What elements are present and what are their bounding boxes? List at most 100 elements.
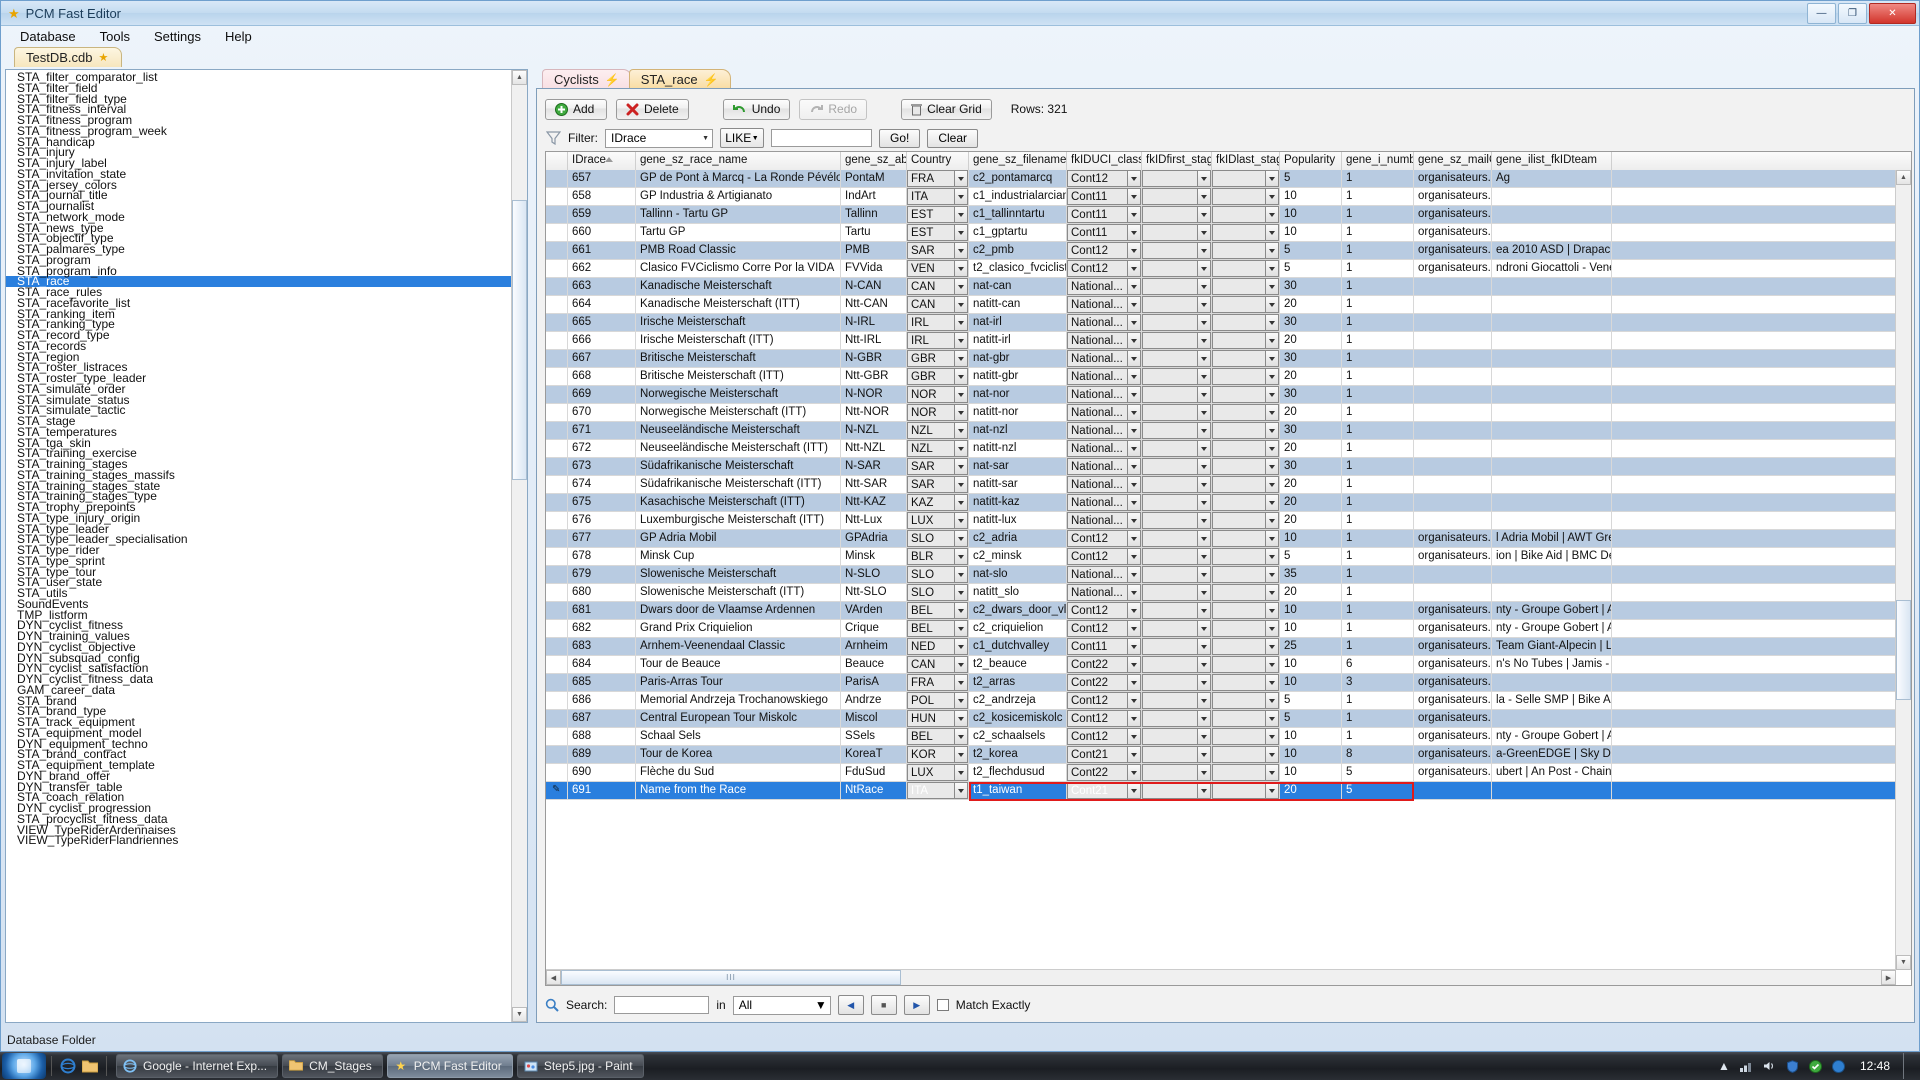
chevron-down-icon[interactable] — [955, 224, 968, 241]
chevron-down-icon[interactable] — [1198, 710, 1211, 727]
chevron-down-icon[interactable] — [1128, 278, 1141, 295]
table-cell[interactable] — [1414, 350, 1492, 367]
table-cell[interactable]: 20 — [1280, 494, 1342, 511]
tab-testdb[interactable]: TestDB.cdb ★ — [14, 47, 123, 67]
grid-horizontal-scrollbar[interactable]: ◀ III ▶ — [546, 969, 1896, 985]
cell-dropdown[interactable]: Cont11 — [1067, 638, 1142, 655]
chevron-down-icon[interactable] — [1198, 494, 1211, 511]
cell-dropdown[interactable] — [1142, 494, 1212, 511]
table-cell[interactable]: 30 — [1280, 458, 1342, 475]
cell-dropdown[interactable]: FRA — [907, 170, 969, 187]
table-cell[interactable]: 661 — [568, 242, 636, 259]
row-marker[interactable] — [546, 710, 568, 727]
table-cell[interactable] — [1414, 512, 1492, 529]
table-cell[interactable]: c2_schaalsels — [969, 728, 1067, 745]
table-cell[interactable]: Tallinn - Tartu GP — [636, 206, 841, 223]
chevron-down-icon[interactable] — [1198, 260, 1211, 277]
chevron-down-icon[interactable] — [1128, 170, 1141, 187]
network-icon[interactable] — [1739, 1058, 1755, 1074]
row-marker[interactable] — [546, 440, 568, 457]
table-cell[interactable]: 685 — [568, 674, 636, 691]
table-cell[interactable]: Ntt-KAZ — [841, 494, 907, 511]
chevron-down-icon[interactable] — [955, 584, 968, 601]
table-cell[interactable]: organisateurs... — [1414, 206, 1492, 223]
chevron-down-icon[interactable] — [955, 296, 968, 313]
filter-field-select[interactable]: IDrace ▼ — [605, 128, 713, 148]
table-cell[interactable]: 8 — [1342, 746, 1414, 763]
table-cell[interactable] — [1414, 458, 1492, 475]
cell-dropdown[interactable]: NOR — [907, 404, 969, 421]
chevron-down-icon[interactable] — [955, 206, 968, 223]
cell-dropdown[interactable]: National... — [1067, 386, 1142, 403]
table-cell[interactable] — [1492, 782, 1612, 799]
table-cell[interactable] — [1492, 278, 1612, 295]
cell-dropdown[interactable] — [1142, 224, 1212, 241]
cell-dropdown[interactable] — [1142, 440, 1212, 457]
table-cell[interactable]: 678 — [568, 548, 636, 565]
table-cell[interactable]: 35 — [1280, 566, 1342, 583]
table-cell[interactable] — [1492, 584, 1612, 601]
row-marker[interactable] — [546, 746, 568, 763]
row-marker[interactable] — [546, 548, 568, 565]
table-cell[interactable]: Paris-Arras Tour — [636, 674, 841, 691]
row-marker[interactable] — [546, 674, 568, 691]
scroll-thumb[interactable]: III — [561, 970, 901, 985]
chevron-down-icon[interactable] — [1266, 674, 1279, 691]
table-cell[interactable]: 1 — [1342, 404, 1414, 421]
redo-button[interactable]: Redo — [799, 98, 868, 120]
table-cell[interactable]: organisateurs... — [1414, 674, 1492, 691]
grid-column-header[interactable]: gene_sz_race_name — [636, 152, 841, 170]
table-cell[interactable]: t2_flechdusud — [969, 764, 1067, 781]
table-cell[interactable] — [1414, 782, 1492, 799]
chevron-down-icon[interactable] — [955, 314, 968, 331]
cell-dropdown[interactable]: Cont12 — [1067, 548, 1142, 565]
table-list-item[interactable]: STA_program_info — [14, 265, 512, 277]
chevron-down-icon[interactable] — [1266, 584, 1279, 601]
table-cell[interactable]: c1_industrialarciano — [969, 188, 1067, 205]
table-cell[interactable]: 3 — [1342, 674, 1414, 691]
chevron-down-icon[interactable] — [1198, 512, 1211, 529]
filter-value-input[interactable] — [771, 129, 872, 147]
table-cell[interactable]: ion | Bike Aid | BMC Deve — [1492, 548, 1612, 565]
table-cell[interactable] — [1492, 512, 1612, 529]
chevron-down-icon[interactable] — [955, 368, 968, 385]
chevron-down-icon[interactable] — [1198, 458, 1211, 475]
cell-dropdown[interactable] — [1212, 332, 1280, 349]
table-cell[interactable]: 680 — [568, 584, 636, 601]
chevron-down-icon[interactable] — [955, 242, 968, 259]
cell-dropdown[interactable] — [1212, 296, 1280, 313]
cell-dropdown[interactable]: National... — [1067, 494, 1142, 511]
search-stop-button[interactable]: ■ — [870, 995, 897, 1015]
table-list-item[interactable]: SoundEvents — [14, 598, 512, 610]
chevron-down-icon[interactable] — [1128, 314, 1141, 331]
table-cell[interactable]: 10 — [1280, 746, 1342, 763]
cell-dropdown[interactable] — [1212, 422, 1280, 439]
cell-dropdown[interactable] — [1212, 242, 1280, 259]
cell-dropdown[interactable]: Cont22 — [1067, 656, 1142, 673]
grid-rows[interactable]: 657 GP de Pont à Marcq - La Ronde Pévéloi… — [546, 170, 1896, 970]
chevron-down-icon[interactable] — [1128, 332, 1141, 349]
table-cell[interactable]: 1 — [1342, 314, 1414, 331]
table-cell[interactable]: Slowenische Meisterschaft — [636, 566, 841, 583]
table-cell[interactable]: 686 — [568, 692, 636, 709]
chevron-down-icon[interactable] — [1128, 674, 1141, 691]
table-cell[interactable]: natitt-irl — [969, 332, 1067, 349]
table-row[interactable]: 664 Kanadische Meisterschaft (ITT) Ntt-CAN… — [546, 296, 1896, 314]
table-cell[interactable] — [1492, 350, 1612, 367]
cell-dropdown[interactable]: Cont12 — [1067, 710, 1142, 727]
table-cell[interactable]: KoreaT — [841, 746, 907, 763]
table-cell[interactable]: organisateurs... — [1414, 602, 1492, 619]
table-cell[interactable]: organisateurs... — [1414, 710, 1492, 727]
chevron-down-icon[interactable] — [1266, 746, 1279, 763]
taskbar-item-ie[interactable]: Google - Internet Exp... — [116, 1054, 279, 1078]
cell-dropdown[interactable]: National... — [1067, 458, 1142, 475]
table-cell[interactable]: 688 — [568, 728, 636, 745]
table-cell[interactable]: Schaal Sels — [636, 728, 841, 745]
cell-dropdown[interactable]: Cont12 — [1067, 242, 1142, 259]
table-cell[interactable]: c2_dwars_door_vl... — [969, 602, 1067, 619]
table-row[interactable]: 675 Kasachische Meisterschaft (ITT) Ntt-KA… — [546, 494, 1896, 512]
table-cell[interactable]: nat-nzl — [969, 422, 1067, 439]
table-cell[interactable]: natitt-sar — [969, 476, 1067, 493]
table-cell[interactable]: Slowenische Meisterschaft (ITT) — [636, 584, 841, 601]
row-marker[interactable] — [546, 404, 568, 421]
